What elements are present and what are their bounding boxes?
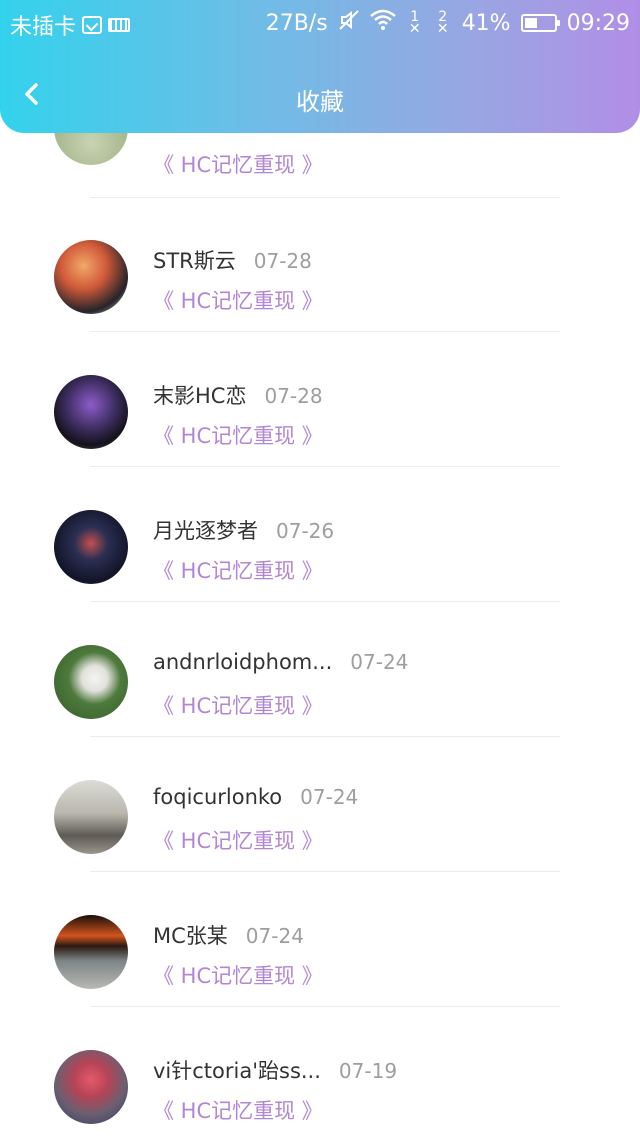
network-speed: 27B/s [265, 10, 328, 36]
clock: 09:29 [566, 10, 630, 36]
user-name[interactable]: andnrloidphom... 07-24 [153, 650, 408, 674]
list-item[interactable]: STR斯云 07-28 《 HC记忆重现 》 [0, 198, 640, 333]
work-title[interactable]: 《 HC记忆重现 》 [153, 960, 323, 990]
sim2-no-signal-icon: 2 ✕ [436, 9, 449, 37]
avatar[interactable] [54, 1050, 128, 1124]
status-bar: 未插卡 27B/s 1 ✕ 2 ✕ 41% 09:29 [0, 0, 640, 46]
list-item[interactable]: MC张某 07-24 《 HC记忆重现 》 [0, 873, 640, 1008]
header: 未插卡 27B/s 1 ✕ 2 ✕ 41% 09:29 收藏 [0, 0, 640, 133]
list-item[interactable]: vi针ctoria'跆ss... 07-19 《 HC记忆重现 》 [0, 1008, 640, 1138]
work-title[interactable]: 《 HC记忆重现 》 [153, 555, 323, 585]
work-title[interactable]: 《 HC记忆重现 》 [153, 149, 323, 179]
list-item[interactable]: foqicurlonko 07-24 《 HC记忆重现 》 [0, 738, 640, 873]
battery-icon [520, 14, 560, 32]
list-item[interactable]: 《 HC记忆重现 》 [0, 133, 640, 198]
avatar[interactable] [54, 375, 128, 449]
date: 07-24 [300, 785, 359, 809]
image-notification-icon [82, 16, 103, 34]
divider [90, 871, 560, 872]
divider [90, 601, 560, 602]
list-item[interactable]: 末影HC恋 07-28 《 HC记忆重现 》 [0, 333, 640, 468]
work-title[interactable]: 《 HC记忆重现 》 [153, 1095, 323, 1125]
date: 07-24 [245, 924, 304, 948]
avatar[interactable] [54, 510, 128, 584]
work-title[interactable]: 《 HC记忆重现 》 [153, 825, 323, 855]
date: 07-19 [338, 1059, 398, 1083]
list-item[interactable]: 月光逐梦者 07-26 《 HC记忆重现 》 [0, 468, 640, 603]
avatar[interactable] [54, 133, 128, 165]
sim1-no-signal-icon: 1 ✕ [408, 9, 421, 37]
work-title[interactable]: 《 HC记忆重现 》 [153, 285, 323, 315]
divider [90, 736, 560, 737]
avatar[interactable] [54, 645, 128, 719]
avatar[interactable] [54, 780, 128, 854]
avatar[interactable] [54, 915, 128, 989]
mute-icon [338, 9, 360, 37]
user-name[interactable]: 末影HC恋 07-28 [153, 380, 323, 410]
user-name[interactable]: 月光逐梦者 07-26 [153, 515, 334, 545]
list-item[interactable]: andnrloidphom... 07-24 《 HC记忆重现 》 [0, 603, 640, 738]
user-name[interactable]: vi针ctoria'跆ss... 07-19 [153, 1055, 397, 1085]
avatar[interactable] [54, 240, 128, 314]
divider [90, 331, 560, 332]
keyboard-icon [108, 18, 131, 32]
date: 07-28 [264, 384, 323, 408]
user-name[interactable]: foqicurlonko 07-24 [153, 785, 358, 809]
divider [90, 1006, 560, 1007]
user-name[interactable]: STR斯云 07-28 [153, 245, 312, 275]
date: 07-28 [253, 249, 312, 273]
battery-percent: 41% [461, 10, 511, 36]
app-bar: 收藏 [0, 60, 640, 130]
divider [90, 466, 560, 467]
page-title: 收藏 [296, 88, 344, 116]
wifi-icon [369, 9, 396, 37]
carrier-text: 未插卡 [10, 15, 77, 40]
work-title[interactable]: 《 HC记忆重现 》 [153, 420, 323, 450]
user-name[interactable]: MC张某 07-24 [153, 920, 304, 950]
date: 07-24 [350, 650, 409, 674]
favorites-list: 《 HC记忆重现 》 STR斯云 07-28 《 HC记忆重现 》 末影HC恋 07… [0, 133, 640, 1138]
work-title[interactable]: 《 HC记忆重现 》 [153, 690, 323, 720]
date: 07-26 [276, 519, 335, 543]
